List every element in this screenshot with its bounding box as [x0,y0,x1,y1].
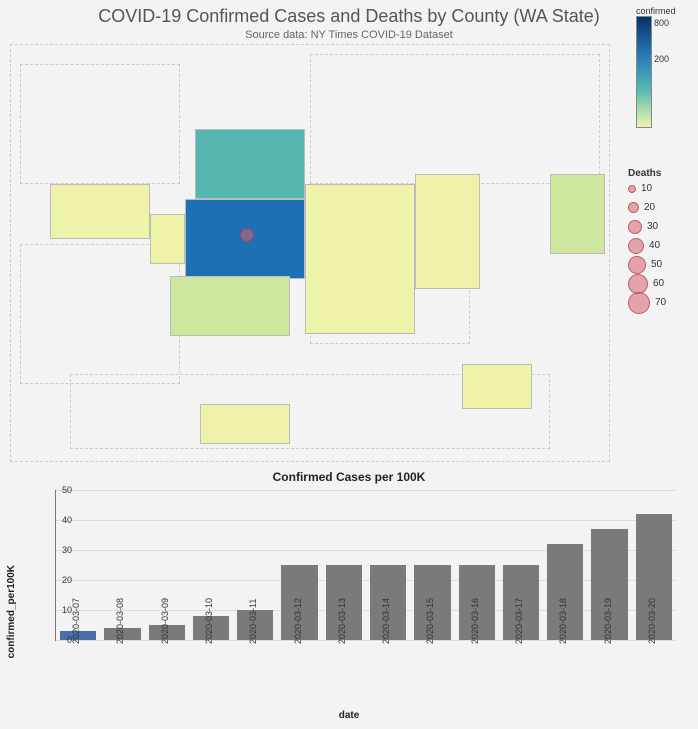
bar-chart-xlabel: date [0,710,698,721]
bar-chart-xtick: 2020-03-12 [293,588,303,644]
bar-chart-title: Confirmed Cases per 100K [0,470,698,484]
map-panel[interactable] [10,44,610,462]
legend-deaths-bubble-icon [628,292,650,314]
bar-chart-panel: Confirmed Cases per 100K confirmed_per10… [0,470,698,726]
county-kittitas[interactable] [305,184,415,334]
bar-chart-xtick: 2020-03-09 [160,588,170,644]
bar-chart-ytick: 20 [62,575,72,585]
bar-chart-xtick: 2020-03-17 [514,588,524,644]
legend-deaths-value: 40 [649,240,660,251]
county-outline [20,64,180,184]
page-title: COVID-19 Confirmed Cases and Deaths by C… [0,0,698,27]
legend-deaths-bubble-icon [628,185,636,193]
death-bubble-king[interactable] [240,228,254,242]
county-outline [20,244,180,384]
legend-deaths-value: 30 [647,221,658,232]
bar-chart-gridline [56,490,676,491]
legend-confirmed-label: confirmed [636,6,680,16]
page-root: COVID-19 Confirmed Cases and Deaths by C… [0,0,698,729]
bar-chart-gridline [56,640,676,641]
bar-chart-xtick: 2020-03-15 [425,588,435,644]
county-outline [310,54,600,184]
page-subtitle: Source data: NY Times COVID-19 Dataset [0,29,698,41]
county-snohomish[interactable] [195,129,305,199]
bar-chart-xtick: 2020-03-19 [603,588,613,644]
legend-confirmed: confirmed 800 200 [636,6,680,128]
bar-chart-plot[interactable] [55,490,676,641]
bar-chart-xtick: 2020-03-10 [204,588,214,644]
legend-confirmed-gradient [636,16,652,128]
bar-chart-xtick: 2020-03-13 [337,588,347,644]
bar-chart-ytick: 30 [62,545,72,555]
legend-deaths: Deaths 10 20 30 40 50 60 70 [628,168,680,312]
legend-deaths-bubble-icon [628,256,646,274]
bar-chart-xtick: 2020-03-20 [647,588,657,644]
legend-deaths-row: 40 [628,236,680,255]
legend-confirmed-tick-200: 200 [654,54,669,64]
legend-confirmed-tick-800: 800 [654,18,669,28]
bar-chart-xtick: 2020-03-16 [470,588,480,644]
legend-deaths-value: 50 [651,259,662,270]
legend-deaths-bubble-icon [628,274,648,294]
bar-chart-xtick: 2020-03-14 [381,588,391,644]
bar-chart-ytick: 40 [62,515,72,525]
county-walla-walla[interactable] [462,364,532,409]
legend-deaths-row: 70 [628,293,680,312]
bar-chart-xtick: 2020-03-11 [248,588,258,644]
bar-chart-ylabel: confirmed_per100K [6,565,17,658]
legend-deaths-row: 20 [628,198,680,217]
legend-deaths-row: 60 [628,274,680,293]
bar-chart-xtick: 2020-03-07 [71,588,81,644]
county-kitsap[interactable] [150,214,185,264]
legend-deaths-row: 50 [628,255,680,274]
legend-deaths-bubble-icon [628,238,644,254]
county-grant[interactable] [415,174,480,289]
bar-chart-xtick: 2020-03-08 [115,588,125,644]
bar-chart-xtick: 2020-03-18 [558,588,568,644]
legend-deaths-bubble-icon [628,202,639,213]
county-grays-harbor[interactable] [50,184,150,239]
bar-chart-gridline [56,520,676,521]
legend-deaths-value: 10 [641,183,652,194]
legend-deaths-label: Deaths [628,168,680,179]
legend-deaths-bubble-icon [628,220,642,234]
bar-chart-ytick: 50 [62,485,72,495]
legend-deaths-value: 60 [653,278,664,289]
legend-deaths-value: 20 [644,202,655,213]
county-yakima[interactable] [200,404,290,444]
legend-deaths-value: 70 [655,297,666,308]
legend-deaths-row: 10 [628,179,680,198]
legend-deaths-row: 30 [628,217,680,236]
county-spokane[interactable] [550,174,605,254]
county-pierce[interactable] [170,276,290,336]
